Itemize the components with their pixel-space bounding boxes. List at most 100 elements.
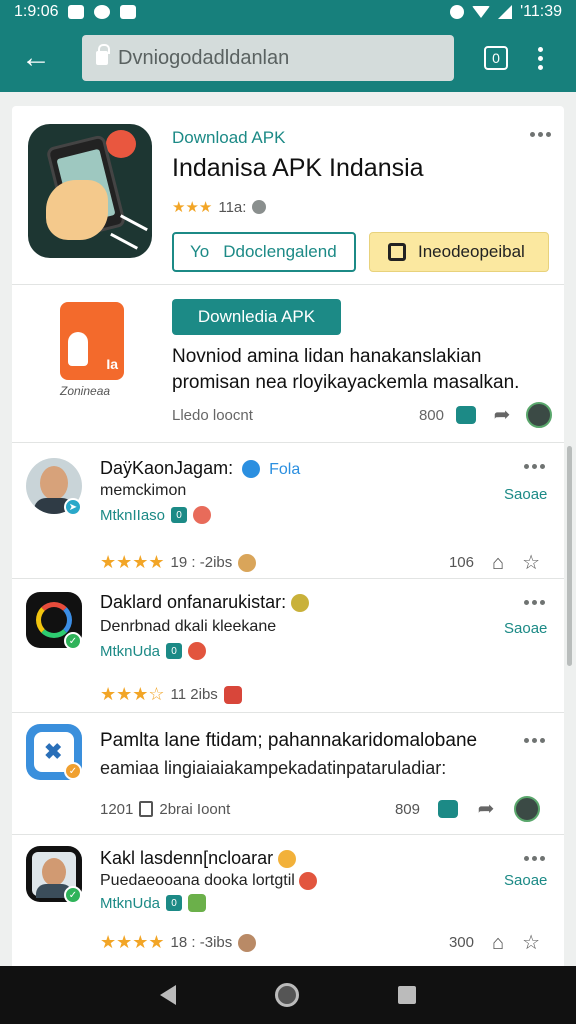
more-vert-icon[interactable] <box>538 46 543 70</box>
feed-item-meta: ★★★☆ 11 2ibs <box>100 684 540 705</box>
avatar[interactable] <box>514 796 540 822</box>
feed-item-title[interactable]: Kakl lasdenn[ncloarar <box>100 848 297 869</box>
button-label: Ddoclengalend <box>223 242 337 261</box>
feed-item-subtitle: Denrbnad dkali kleekane <box>100 618 277 635</box>
feed-item-title[interactable]: DaÿKaonJagam: Fola <box>100 458 300 479</box>
notification-icon <box>68 5 85 19</box>
emoji-icon <box>238 553 257 572</box>
rating-stars: ★★★ <box>172 199 213 216</box>
lock-icon <box>96 44 110 65</box>
more-horiz-icon[interactable] <box>524 856 545 861</box>
more-horiz-icon[interactable] <box>530 132 551 137</box>
promo-meta-text: Lledo loocnt <box>172 406 253 424</box>
meta-text: 18 : -3ibs <box>170 934 233 951</box>
download-apk-button[interactable]: Downledia APK <box>172 299 341 335</box>
download-outline-button[interactable]: Yo Ddoclengalend <box>172 232 356 272</box>
more-horiz-icon[interactable] <box>524 600 545 605</box>
vibrate-icon <box>450 5 465 19</box>
meta-text: 2brai Ioont <box>159 800 231 818</box>
share-icon[interactable]: ➦ <box>476 799 496 819</box>
rating-row: ★★★ 11a: <box>172 198 267 216</box>
verified-label: Fola <box>269 461 301 478</box>
rating-stars: ★★★★ <box>100 932 165 952</box>
bookmark-icon <box>388 243 406 261</box>
promo-icon-text: Ia <box>106 356 118 372</box>
feed-item-meta: 1201 2brai Ioont 809 ➦ <box>100 796 540 822</box>
feed-item-title-text: DaÿKaonJagam: <box>100 458 234 478</box>
tag-text: MtknUda <box>100 894 161 912</box>
url-bar[interactable]: Dvniogodadldanlan <box>82 35 454 81</box>
home-outline-icon[interactable]: ⌂ <box>492 933 504 953</box>
feed-item-tag[interactable]: MtknUda 0 <box>100 894 207 912</box>
status-time-right: '11:39 <box>520 3 562 20</box>
nav-home-icon[interactable] <box>274 983 299 1007</box>
more-horiz-icon[interactable] <box>524 738 545 743</box>
avatar[interactable] <box>526 402 552 428</box>
hand-icon <box>46 180 108 240</box>
heart-bubble-icon <box>106 130 136 158</box>
feed-item-subtitle-text: Puedaeooana dooka lortgtil <box>100 872 295 890</box>
promo-caption: Zonineaa <box>60 384 111 398</box>
notification-icon <box>120 5 137 19</box>
nav-recents-icon[interactable] <box>398 986 417 1004</box>
arrow-left-icon[interactable]: ← <box>10 32 62 84</box>
feed-item-title[interactable]: Daklard onfanarukistar: <box>100 592 310 613</box>
download-apk-label[interactable]: Download APK <box>172 128 285 148</box>
status-time-left: 1:9:06 <box>14 3 59 20</box>
divider <box>12 442 564 443</box>
system-nav-bar <box>0 966 576 1024</box>
tag-box: 0 <box>166 643 183 659</box>
wifi-icon <box>472 6 491 18</box>
meta-text: 11 2ibs <box>170 686 218 703</box>
emoji-icon <box>291 594 310 613</box>
tabs-icon[interactable]: 0 <box>484 46 508 70</box>
promo-app-icon[interactable]: Ia <box>60 302 124 380</box>
emoji-icon <box>223 685 242 704</box>
shop-icon[interactable] <box>456 406 476 424</box>
button-label: Ineodeopeibal <box>418 242 525 261</box>
bookmark-button[interactable]: Ineodeopeibal <box>369 232 549 272</box>
home-outline-icon[interactable]: ⌂ <box>492 553 504 573</box>
signal-icon <box>498 5 513 19</box>
meta-count: 809 <box>394 800 420 818</box>
meta-count: 300 <box>448 934 474 951</box>
notification-icon <box>94 5 111 19</box>
share-icon[interactable]: ➦ <box>492 405 512 425</box>
tag-text: MtknIIaso <box>100 506 166 524</box>
see-link[interactable]: Saoae <box>504 620 547 637</box>
feed-item-title-text: Kakl lasdenn[ncloarar <box>100 848 274 868</box>
share-badge-icon: ➤ <box>64 498 82 516</box>
meta-text: 19 : -2ibs <box>170 554 233 571</box>
lock-outline-icon <box>139 801 154 817</box>
see-link[interactable]: Saoae <box>504 872 547 889</box>
nav-back-icon[interactable] <box>159 985 176 1005</box>
app-icon[interactable] <box>28 124 152 258</box>
feed-item-subtitle: Puedaeooana dooka lortgtil <box>100 872 318 890</box>
more-horiz-icon[interactable] <box>524 464 545 469</box>
globe-icon <box>252 200 267 214</box>
tag-text: MtknUda <box>100 642 161 660</box>
feed-item-tag[interactable]: MtknUda 0 <box>100 642 207 660</box>
divider <box>12 284 564 285</box>
app-card: Download APK Indanisa APK Indansia ★★★ 1… <box>12 106 564 966</box>
meta-text: 1201 <box>100 800 134 818</box>
url-text: Dvniogodadldanlan <box>118 46 290 69</box>
scrollbar[interactable] <box>567 446 572 666</box>
divider <box>12 578 564 579</box>
page-content[interactable]: Download APK Indanisa APK Indansia ★★★ 1… <box>0 92 576 966</box>
shop-icon[interactable] <box>438 800 458 818</box>
star-outline-icon[interactable]: ☆ <box>522 933 540 953</box>
tabs-count: 0 <box>492 50 500 66</box>
check-badge-icon: ✓ <box>64 762 82 780</box>
check-badge-icon: ✓ <box>64 886 82 904</box>
emoji-icon <box>188 894 207 912</box>
button-icon-label: Yo <box>190 242 210 261</box>
feed-item-tag[interactable]: MtknIIaso 0 <box>100 506 212 524</box>
star-outline-icon[interactable]: ☆ <box>522 553 540 573</box>
feed-item-title[interactable]: Pamlta lane ftidam; pahannakaridomaloban… <box>100 730 477 752</box>
app-title: Indanisa APK Indansia <box>172 154 424 182</box>
see-link[interactable]: Saoae <box>504 486 547 503</box>
feed-item-title-text: Daklard onfanarukistar: <box>100 592 287 612</box>
divider <box>12 834 564 835</box>
tag-box: 0 <box>171 507 188 523</box>
